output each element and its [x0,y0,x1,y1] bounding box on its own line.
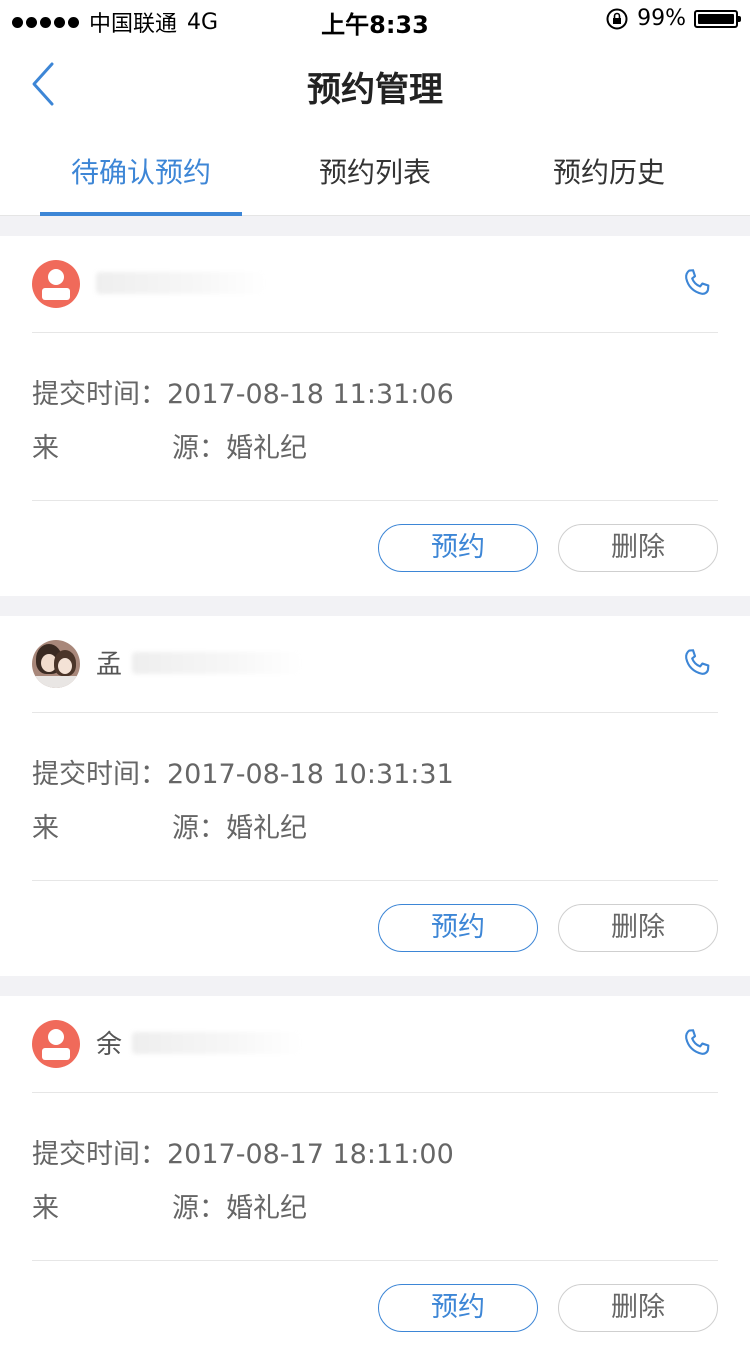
source-label-second: 源： [172,1193,226,1224]
card-divider [32,500,718,501]
battery-percent: 99% [637,6,686,31]
card-header: 余 [32,996,718,1093]
source-label-first: 来 [32,813,59,844]
phone-icon[interactable] [680,266,714,300]
book-button[interactable]: 预约 [378,904,538,952]
card-header: 孟 [32,616,718,713]
default-avatar-icon [32,1020,80,1068]
delete-button[interactable]: 删除 [558,524,718,572]
reservation-card: 提交时间：2017-08-18 11:31:06 来 源：婚礼纪 预约 删除 [0,236,750,596]
source-label-first: 来 [32,433,59,464]
reservation-card: 余 提交时间：2017-08-17 18:11:00 来 源：婚礼纪 预约 删除 [0,996,750,1356]
default-avatar-icon [32,260,80,308]
card-divider [32,1260,718,1261]
source-label-first: 来 [32,1193,59,1224]
phone-icon[interactable] [680,1026,714,1060]
redacted-name [132,1032,302,1054]
submit-time-value: 2017-08-18 11:31:06 [167,379,454,410]
submit-time-value: 2017-08-18 10:31:31 [167,759,454,790]
source-label-second: 源： [172,433,226,464]
source-row: 来 源：婚礼纪 [32,1186,307,1225]
source-label-second: 源： [172,813,226,844]
card-header [32,236,718,333]
status-bar: 中国联通 4G 上午8:33 99% [0,0,750,40]
source-row: 来 源：婚礼纪 [32,806,307,845]
tab-bar: 待确认预约 预约列表 预约历史 [0,130,750,216]
reservation-card: 孟 提交时间：2017-08-18 10:31:31 来 源：婚礼纪 预约 删除 [0,616,750,976]
source-row: 来 源：婚礼纪 [32,426,307,465]
book-button[interactable]: 预约 [378,524,538,572]
redacted-name [96,272,266,294]
tab-history[interactable]: 预约历史 [526,130,692,216]
redacted-name [132,652,302,674]
submit-time-label: 提交时间： [32,759,167,790]
submit-time-row: 提交时间：2017-08-18 11:31:06 [32,372,454,411]
source-value: 婚礼纪 [226,1193,307,1224]
customer-name: 孟 [96,650,123,680]
status-right: 99% [605,6,741,31]
nav-bar: 预约管理 [0,40,750,130]
user-photo-avatar [32,640,80,688]
submit-time-row: 提交时间：2017-08-17 18:11:00 [32,1132,454,1171]
card-divider [32,880,718,881]
submit-time-label: 提交时间： [32,1139,167,1170]
phone-icon[interactable] [680,646,714,680]
delete-button[interactable]: 删除 [558,904,718,952]
page-title: 预约管理 [307,70,443,110]
customer-name: 余 [96,1030,123,1060]
delete-button[interactable]: 删除 [558,1284,718,1332]
battery-icon [694,9,741,28]
book-button[interactable]: 预约 [378,1284,538,1332]
source-value: 婚礼纪 [226,813,307,844]
tab-pending[interactable]: 待确认预约 [40,130,242,216]
submit-time-label: 提交时间： [32,379,167,410]
source-value: 婚礼纪 [226,433,307,464]
submit-time-row: 提交时间：2017-08-18 10:31:31 [32,752,454,791]
rotation-lock-icon [606,8,628,29]
tab-list[interactable]: 预约列表 [292,130,458,216]
submit-time-value: 2017-08-17 18:11:00 [167,1139,454,1170]
